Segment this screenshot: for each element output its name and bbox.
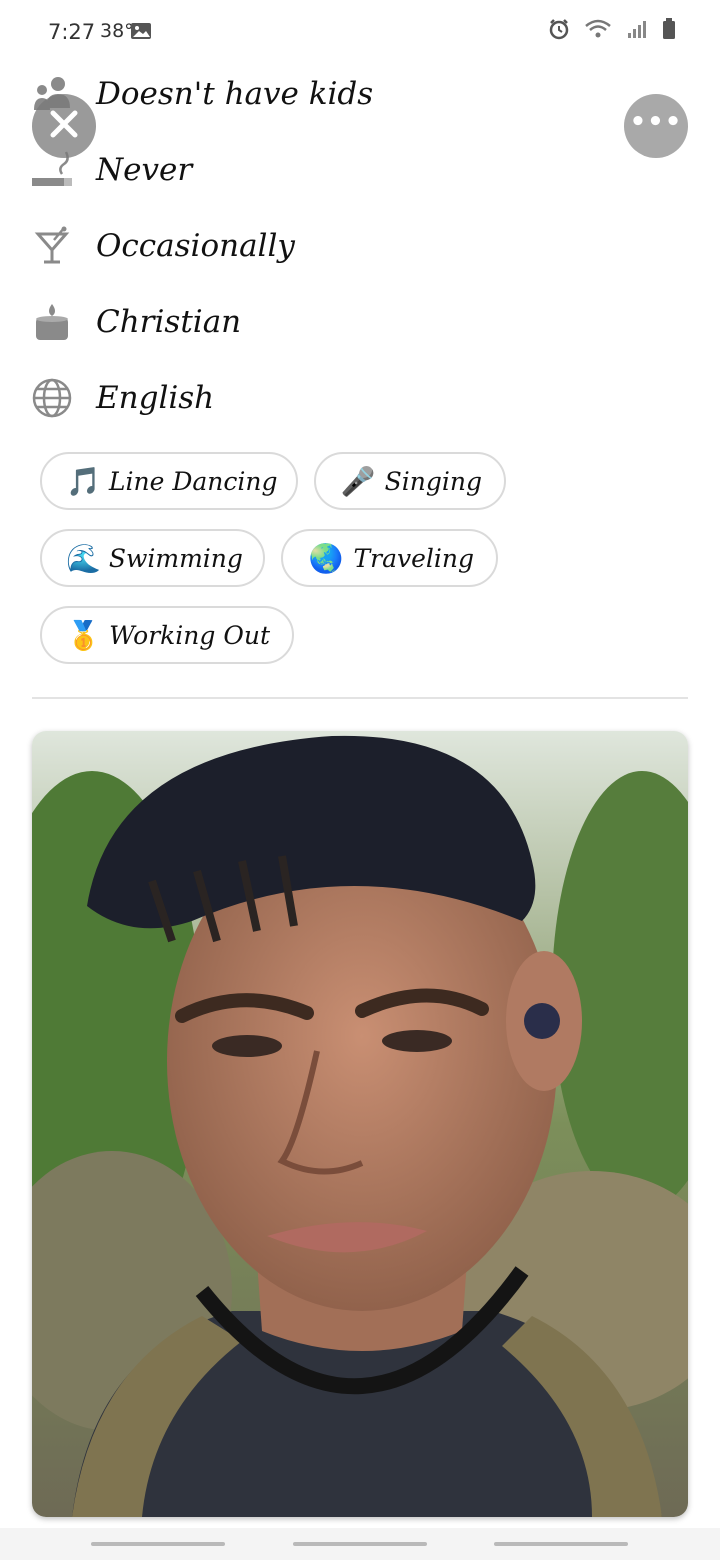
globe-icon (32, 378, 72, 418)
detail-smoking-text: Never (96, 152, 193, 188)
microphone-icon: 🎤 (340, 464, 376, 498)
interest-chip-swimming: 🌊 Swimming (40, 529, 265, 587)
wave-icon: 🌊 (66, 541, 101, 575)
detail-drinking: Occasionally (32, 216, 295, 276)
alarm-icon (548, 18, 570, 44)
status-bar: 7:27 38° (0, 0, 720, 64)
profile-photo-image (32, 731, 688, 1517)
interest-label: Singing (384, 466, 482, 496)
battery-icon (662, 18, 676, 44)
nav-back-button[interactable] (494, 1542, 628, 1546)
nav-home-button[interactable] (293, 1542, 427, 1546)
system-nav-bar (0, 1528, 720, 1560)
interest-label: Working Out (109, 620, 270, 650)
detail-language-text: English (96, 380, 215, 416)
status-time: 7:27 (48, 20, 96, 44)
interest-label: Line Dancing (108, 466, 278, 496)
interest-chip-traveling: 🌏 Traveling (281, 529, 498, 587)
detail-language: English (32, 368, 214, 428)
interest-chip-line-dancing: 🎵 Line Dancing (40, 452, 298, 510)
signal-icon (626, 18, 648, 44)
globe-asia-icon: 🌏 (308, 541, 344, 575)
gallery-icon (130, 22, 152, 40)
wifi-icon (584, 18, 612, 44)
detail-kids-text: Doesn't have kids (96, 76, 374, 112)
detail-religion: Christian (32, 292, 241, 352)
interest-chip-working-out: 🥇 Working Out (40, 606, 294, 664)
interest-label: Swimming (108, 543, 243, 573)
detail-religion-text: Christian (96, 304, 242, 340)
section-divider (32, 697, 688, 699)
close-button[interactable] (32, 94, 96, 158)
detail-drinking-text: Occasionally (96, 228, 295, 264)
nav-recent-button[interactable] (91, 1542, 225, 1546)
status-temperature: 38° (100, 20, 134, 42)
profile-photo[interactable] (32, 731, 688, 1517)
candle-icon (32, 302, 72, 342)
interest-label: Traveling (353, 543, 474, 573)
cocktail-icon (32, 226, 72, 266)
music-note-icon: 🎵 (66, 464, 101, 498)
interest-chip-singing: 🎤 Singing (314, 452, 506, 510)
medal-icon: 🥇 (66, 618, 102, 652)
more-options-button[interactable]: ••• (624, 94, 688, 158)
more-icon: ••• (629, 107, 683, 137)
close-icon (47, 107, 81, 145)
